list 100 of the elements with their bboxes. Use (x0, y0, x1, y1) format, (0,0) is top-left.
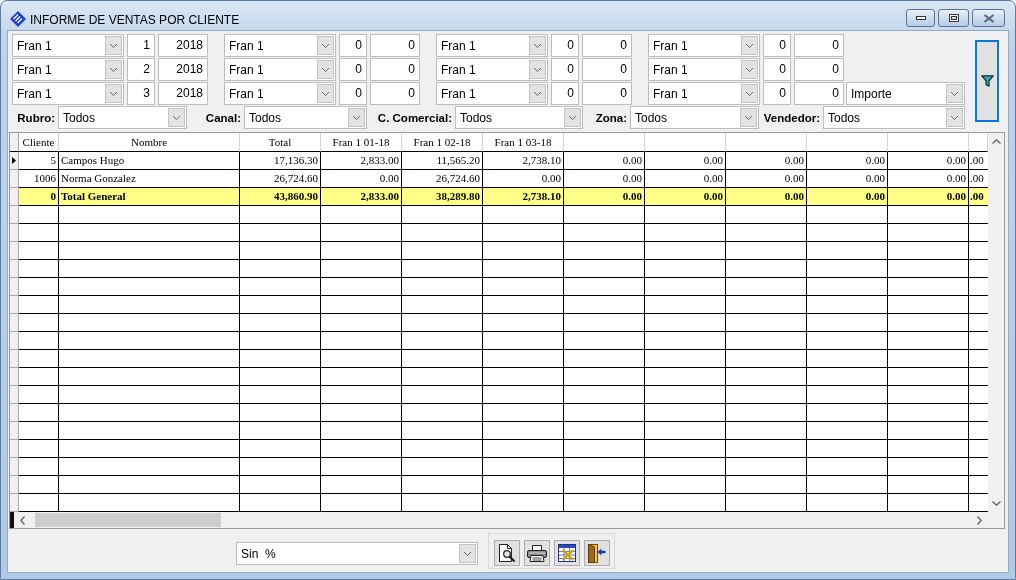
split-handle[interactable] (10, 512, 14, 528)
column-header[interactable] (888, 133, 969, 152)
export-button[interactable] (554, 540, 580, 566)
series-dropdown[interactable]: Fran 1 (436, 34, 548, 57)
year-field[interactable]: 2018 (158, 34, 208, 57)
year-field[interactable]: 2018 (158, 82, 208, 105)
year-field[interactable]: 0 (370, 58, 420, 81)
column-header[interactable] (645, 133, 726, 152)
window-title: INFORME DE VENTAS POR CLIENTE (30, 12, 240, 28)
month-field[interactable]: 3 (127, 82, 155, 105)
month-field[interactable]: 0 (339, 82, 367, 105)
series-dropdown[interactable]: Fran 1 (436, 58, 548, 81)
series-dropdown[interactable]: Fran 1 (648, 58, 760, 81)
year-field[interactable]: 0 (794, 34, 844, 57)
table-cell: .00 (969, 188, 988, 206)
table-cell: Norma Gonzalez (59, 170, 240, 188)
series-dropdown[interactable]: Fran 1 (224, 58, 336, 81)
filter-label: Canal: (205, 111, 242, 124)
column-header[interactable]: Cliente (19, 133, 59, 152)
table-cell: 0.00 (645, 152, 726, 170)
column-header[interactable]: Total (240, 133, 321, 152)
table-cell (19, 494, 59, 512)
column-header[interactable]: Fran 1 02-18 (402, 133, 483, 152)
chevron-down-icon (105, 60, 122, 79)
series-dropdown[interactable]: Fran 1 (224, 82, 336, 105)
chevron-left-icon (20, 515, 25, 525)
printer-icon (527, 544, 547, 562)
column-header[interactable] (726, 133, 807, 152)
door-arrow-icon (588, 543, 606, 563)
year-field[interactable]: 0 (582, 34, 632, 57)
table-cell: 0.00 (564, 188, 645, 206)
filter-button[interactable] (975, 40, 999, 122)
print-button[interactable] (524, 540, 550, 566)
column-header[interactable] (564, 133, 645, 152)
table-cell: 0.00 (645, 170, 726, 188)
table-cell (19, 260, 59, 278)
column-header[interactable]: Fran 1 01-18 (321, 133, 402, 152)
month-field[interactable]: 0 (763, 34, 791, 57)
year-field[interactable]: 0 (794, 58, 844, 81)
month-field[interactable]: 0 (551, 34, 579, 57)
month-field[interactable]: 0 (551, 58, 579, 81)
month-field[interactable]: 0 (763, 82, 791, 105)
percent-dropdown[interactable]: Sin % (236, 542, 478, 565)
month-field[interactable]: 0 (339, 58, 367, 81)
month-field[interactable]: 1 (127, 34, 155, 57)
year-field[interactable]: 0 (370, 34, 420, 57)
column-header[interactable] (807, 133, 888, 152)
series-dropdown[interactable]: Fran 1 (648, 82, 760, 105)
exit-button[interactable] (584, 540, 610, 566)
chevron-down-icon (740, 108, 757, 127)
year-field[interactable]: 0 (370, 82, 420, 105)
chevron-down-icon (741, 36, 758, 55)
column-header[interactable]: Nombre (59, 133, 240, 152)
table-cell: 0.00 (807, 152, 888, 170)
series-dropdown[interactable]: Fran 1 (436, 82, 548, 105)
year-field[interactable]: 0 (794, 82, 844, 105)
preview-button[interactable] (494, 540, 520, 566)
table-cell: 0.00 (888, 170, 969, 188)
column-header[interactable] (969, 133, 988, 152)
series-dropdown[interactable]: Fran 1 (12, 82, 124, 105)
series-dropdown[interactable]: Fran 1 (12, 58, 124, 81)
measure-dropdown[interactable]: Importe (846, 82, 965, 105)
table-cell (19, 422, 59, 440)
filter-label: Zona: (595, 111, 628, 124)
filter-dropdown[interactable]: Todos (58, 106, 187, 129)
table-cell: 0.00 (888, 188, 969, 206)
vertical-scrollbar[interactable] (988, 133, 1004, 512)
table-cell: 2,833.00 (321, 188, 402, 206)
maximize-button[interactable] (938, 9, 969, 27)
chevron-down-icon (348, 108, 365, 127)
series-dropdown[interactable]: Fran 1 (648, 34, 760, 57)
table-cell: 0.00 (564, 170, 645, 188)
table-cell: Total General (59, 188, 240, 206)
series-dropdown[interactable]: Fran 1 (12, 34, 124, 57)
filter-dropdown[interactable]: Todos (244, 106, 367, 129)
year-field[interactable]: 2018 (158, 58, 208, 81)
filter-dropdown[interactable]: Todos (630, 106, 759, 129)
table-cell: 0.00 (564, 152, 645, 170)
month-field[interactable]: 0 (763, 58, 791, 81)
chevron-down-icon (105, 84, 122, 103)
filter-dropdown[interactable]: Todos (455, 106, 583, 129)
column-header[interactable]: Fran 1 03-18 (483, 133, 564, 152)
close-button[interactable] (972, 9, 1005, 27)
month-field[interactable]: 0 (339, 34, 367, 57)
row-selector[interactable] (10, 152, 19, 170)
filter-dropdown[interactable]: Todos (823, 106, 965, 129)
month-field[interactable]: 0 (551, 82, 579, 105)
table-cell: 43,860.90 (240, 188, 321, 206)
scroll-thumb[interactable] (35, 513, 221, 527)
chevron-down-icon (991, 501, 1001, 506)
funnel-icon (980, 75, 994, 87)
year-field[interactable]: 0 (582, 58, 632, 81)
minimize-button[interactable] (906, 9, 935, 27)
series-dropdown[interactable]: Fran 1 (224, 34, 336, 57)
year-field[interactable]: 0 (582, 82, 632, 105)
horizontal-scrollbar[interactable] (10, 512, 988, 528)
month-field[interactable]: 2 (127, 58, 155, 81)
chevron-down-icon (741, 84, 758, 103)
table-cell (19, 476, 59, 494)
row-pointer-icon (12, 157, 16, 164)
